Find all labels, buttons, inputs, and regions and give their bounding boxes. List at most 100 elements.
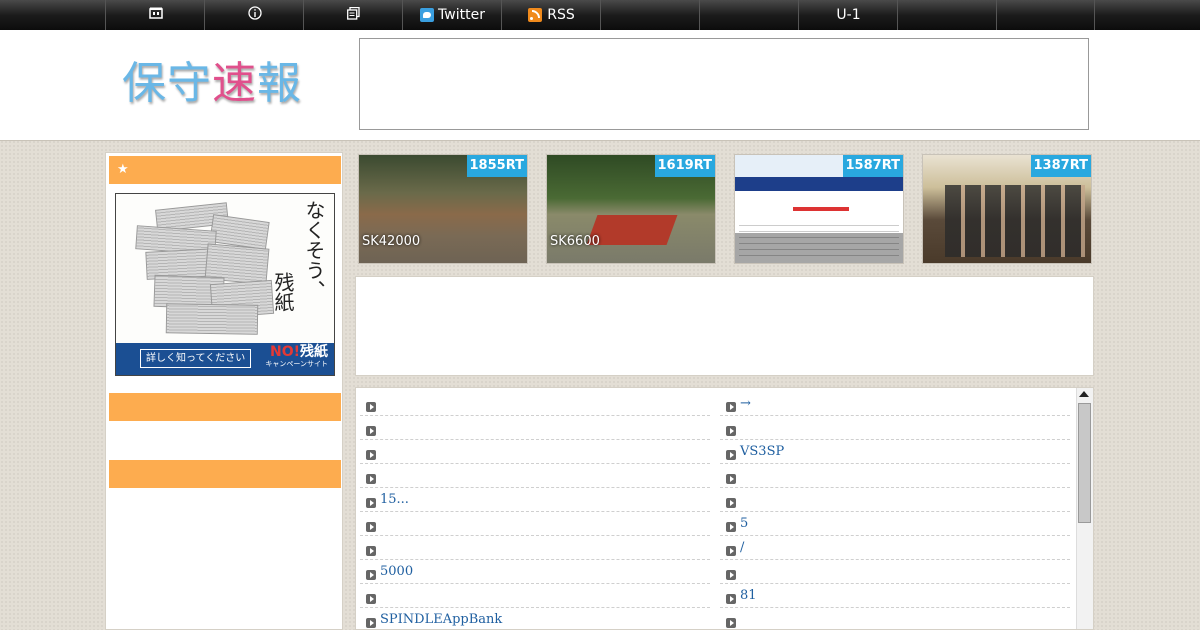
bullet-icon [366, 618, 376, 628]
banner-slogan-2: 残紙 [271, 272, 295, 312]
logo-text-1: 保守 [122, 58, 212, 109]
article-list: 15... 5000 SPINDLEAppBank → VS3SP 5 / 81 [355, 387, 1094, 630]
list-item: SPINDLEAppBank [360, 609, 710, 629]
nav-rss[interactable]: RSS [501, 0, 601, 30]
info-icon [247, 6, 262, 24]
sidebar-section-title: ★ [109, 156, 341, 184]
newspaper-stack-illustration [126, 202, 276, 335]
banner-more-button[interactable]: 詳しく知ってください [140, 349, 252, 368]
list-item [720, 417, 1070, 440]
list-item [360, 537, 710, 560]
rt-count-badge: 1619RT [654, 155, 715, 177]
nav-home[interactable] [105, 0, 205, 30]
list-item [360, 441, 710, 464]
article-link[interactable]: 5000 [380, 564, 413, 579]
sidebar-section-title [109, 393, 341, 421]
list-item [360, 393, 710, 416]
list-item: VS3SP [720, 441, 1070, 464]
nav-twitter[interactable]: Twitter [402, 0, 502, 30]
bullet-icon [366, 450, 376, 460]
popular-article-thumb[interactable]: 1587RT [734, 154, 904, 264]
nav-rss-label: RSS [547, 7, 575, 23]
list-item: 5 [720, 513, 1070, 536]
bullet-icon [726, 426, 736, 436]
content-ad-slot [355, 276, 1094, 376]
article-list-right: → VS3SP 5 / 81 [720, 393, 1070, 629]
rt-count-badge: 1387RT [1030, 155, 1091, 177]
site-header: 保守速報 [0, 30, 1200, 141]
article-link[interactable]: 81 [740, 588, 757, 603]
thumb-page-nav [735, 177, 903, 191]
list-item [720, 609, 1070, 629]
logo-text-2: 速 [212, 58, 257, 109]
banner-campaign-label: キャンペーンサイト [265, 360, 328, 368]
rss-icon [528, 8, 543, 22]
article-link[interactable]: SPINDLEAppBank [380, 612, 502, 627]
nav-item-6[interactable] [600, 0, 700, 30]
nav-u1-label: U-1 [836, 7, 861, 23]
banner-footer: 詳しく知ってください NO!残紙 キャンペーンサイト [116, 343, 334, 375]
nav-item-10[interactable] [996, 0, 1095, 30]
sidebar-section-title [109, 460, 341, 488]
home-icon [148, 7, 163, 23]
list-scrollbar[interactable] [1076, 388, 1093, 629]
bullet-icon [366, 522, 376, 532]
popular-article-thumb[interactable]: 1855RT SK42000 [358, 154, 528, 264]
list-item: / [720, 537, 1070, 560]
bullet-icon [366, 546, 376, 556]
top-nav: Twitter RSS U-1 [0, 0, 1200, 30]
list-item [720, 465, 1070, 488]
scroll-up-icon[interactable] [1079, 391, 1089, 397]
thumb-caption: SK42000 [362, 234, 421, 249]
rt-count-badge: 1855RT [466, 155, 527, 177]
thumb-shade [735, 233, 903, 263]
list-item [360, 465, 710, 488]
popular-article-thumb[interactable]: 1619RT SK6600 [546, 154, 716, 264]
banner-slogan-1: なくそう、 [302, 200, 326, 300]
bullet-icon [366, 570, 376, 580]
nav-twitter-label: Twitter [438, 7, 485, 23]
flooded-roof-graphic [586, 215, 678, 245]
article-link[interactable]: 15... [380, 492, 409, 507]
list-item: 15... [360, 489, 710, 512]
article-link[interactable]: / [740, 540, 744, 555]
scrollbar-thumb[interactable] [1078, 403, 1091, 523]
rt-count-badge: 1587RT [842, 155, 903, 177]
site-logo[interactable]: 保守速報 [122, 54, 302, 114]
nav-info[interactable] [204, 0, 304, 30]
article-link[interactable]: → [740, 396, 751, 411]
list-item [360, 585, 710, 608]
list-item: 81 [720, 585, 1070, 608]
article-link[interactable]: 5 [740, 516, 748, 531]
bullet-icon [366, 426, 376, 436]
bullet-icon [366, 474, 376, 484]
bullet-icon [366, 402, 376, 412]
logo-text-3: 報 [257, 58, 302, 109]
bullet-icon [366, 594, 376, 604]
nav-item-7[interactable] [699, 0, 799, 30]
nav-item-9[interactable] [897, 0, 997, 30]
bullet-icon [726, 450, 736, 460]
header-ad-slot [359, 38, 1089, 130]
bullet-icon [726, 474, 736, 484]
thumb-caption: SK6600 [550, 234, 600, 249]
bullet-icon [366, 498, 376, 508]
list-item [720, 489, 1070, 512]
popular-article-thumb[interactable]: 1387RT [922, 154, 1092, 264]
bullet-icon [726, 498, 736, 508]
bullet-icon [726, 546, 736, 556]
list-item: → [720, 393, 1070, 416]
article-link[interactable]: VS3SP [740, 444, 784, 459]
archive-icon [347, 6, 360, 24]
bullet-icon [726, 618, 736, 628]
banner-no-text-2: 残紙 [300, 344, 328, 360]
list-item [360, 417, 710, 440]
campaign-banner[interactable]: なくそう、 残紙 詳しく知ってください NO!残紙 キャンペーンサイト [115, 193, 335, 376]
article-list-left: 15... 5000 SPINDLEAppBank [360, 393, 710, 629]
twitter-icon [420, 8, 435, 22]
nav-u1[interactable]: U-1 [798, 0, 898, 30]
sidebar: ★ なくそう、 残紙 詳しく知ってください NO!残紙 キャンペーンサイト [105, 152, 343, 630]
banner-no-text: NO! [269, 344, 300, 360]
thumb-faces-graphic [945, 185, 1085, 257]
nav-archive[interactable] [303, 0, 403, 30]
